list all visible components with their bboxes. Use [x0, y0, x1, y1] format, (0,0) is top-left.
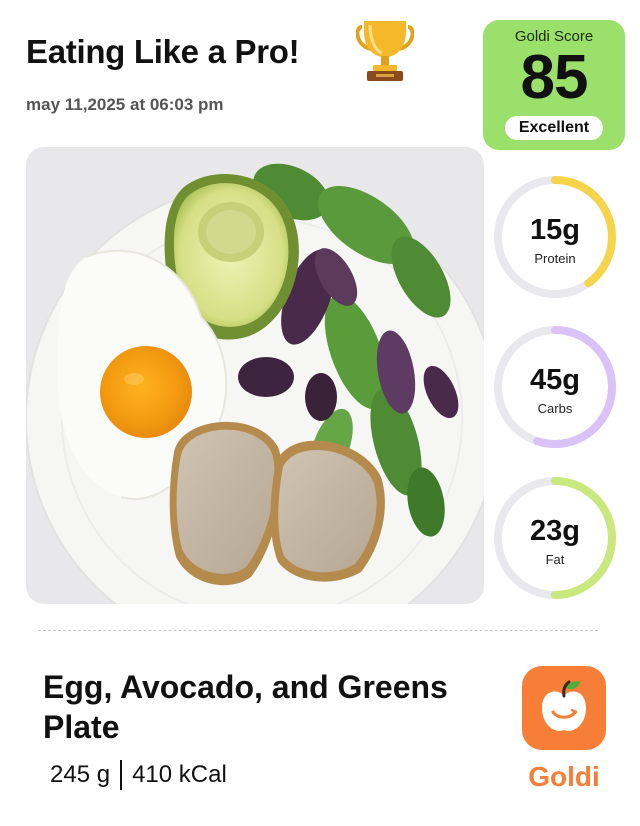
- page-title: Eating Like a Pro!: [26, 33, 300, 70]
- meal-datetime: may 11,2025 at 06:03 pm: [26, 95, 224, 114]
- section-divider: [38, 630, 598, 631]
- food-meta: 245 g 410 kCal: [50, 760, 227, 790]
- score-value: 85: [520, 43, 589, 112]
- protein-ring: 15g Protein: [492, 174, 618, 300]
- meal-photo[interactable]: [26, 147, 484, 604]
- food-calories: 410 kCal: [132, 761, 227, 788]
- carbs-label: Carbs: [537, 401, 573, 416]
- goldi-score-card[interactable]: Goldi Score 85 Excellent: [483, 20, 625, 150]
- fat-label: Fat: [545, 552, 565, 567]
- carbs-ring: 45g Carbs: [492, 324, 618, 450]
- score-rating-badge: Excellent: [505, 116, 603, 140]
- fat-value: 23g: [530, 515, 580, 547]
- protein-value: 15g: [530, 214, 580, 246]
- fat-ring: 23g Fat: [492, 475, 618, 601]
- food-name: Egg, Avocado, and Greens Plate: [43, 669, 448, 745]
- apple-smile-icon: [542, 680, 586, 731]
- meta-separator: [120, 760, 123, 790]
- app-name: Goldi: [528, 761, 600, 792]
- goldi-app-icon[interactable]: [522, 666, 606, 750]
- protein-label: Protein: [534, 251, 576, 266]
- carbs-value: 45g: [530, 364, 580, 396]
- trophy-icon: [356, 21, 414, 81]
- food-weight: 245 g: [50, 761, 111, 788]
